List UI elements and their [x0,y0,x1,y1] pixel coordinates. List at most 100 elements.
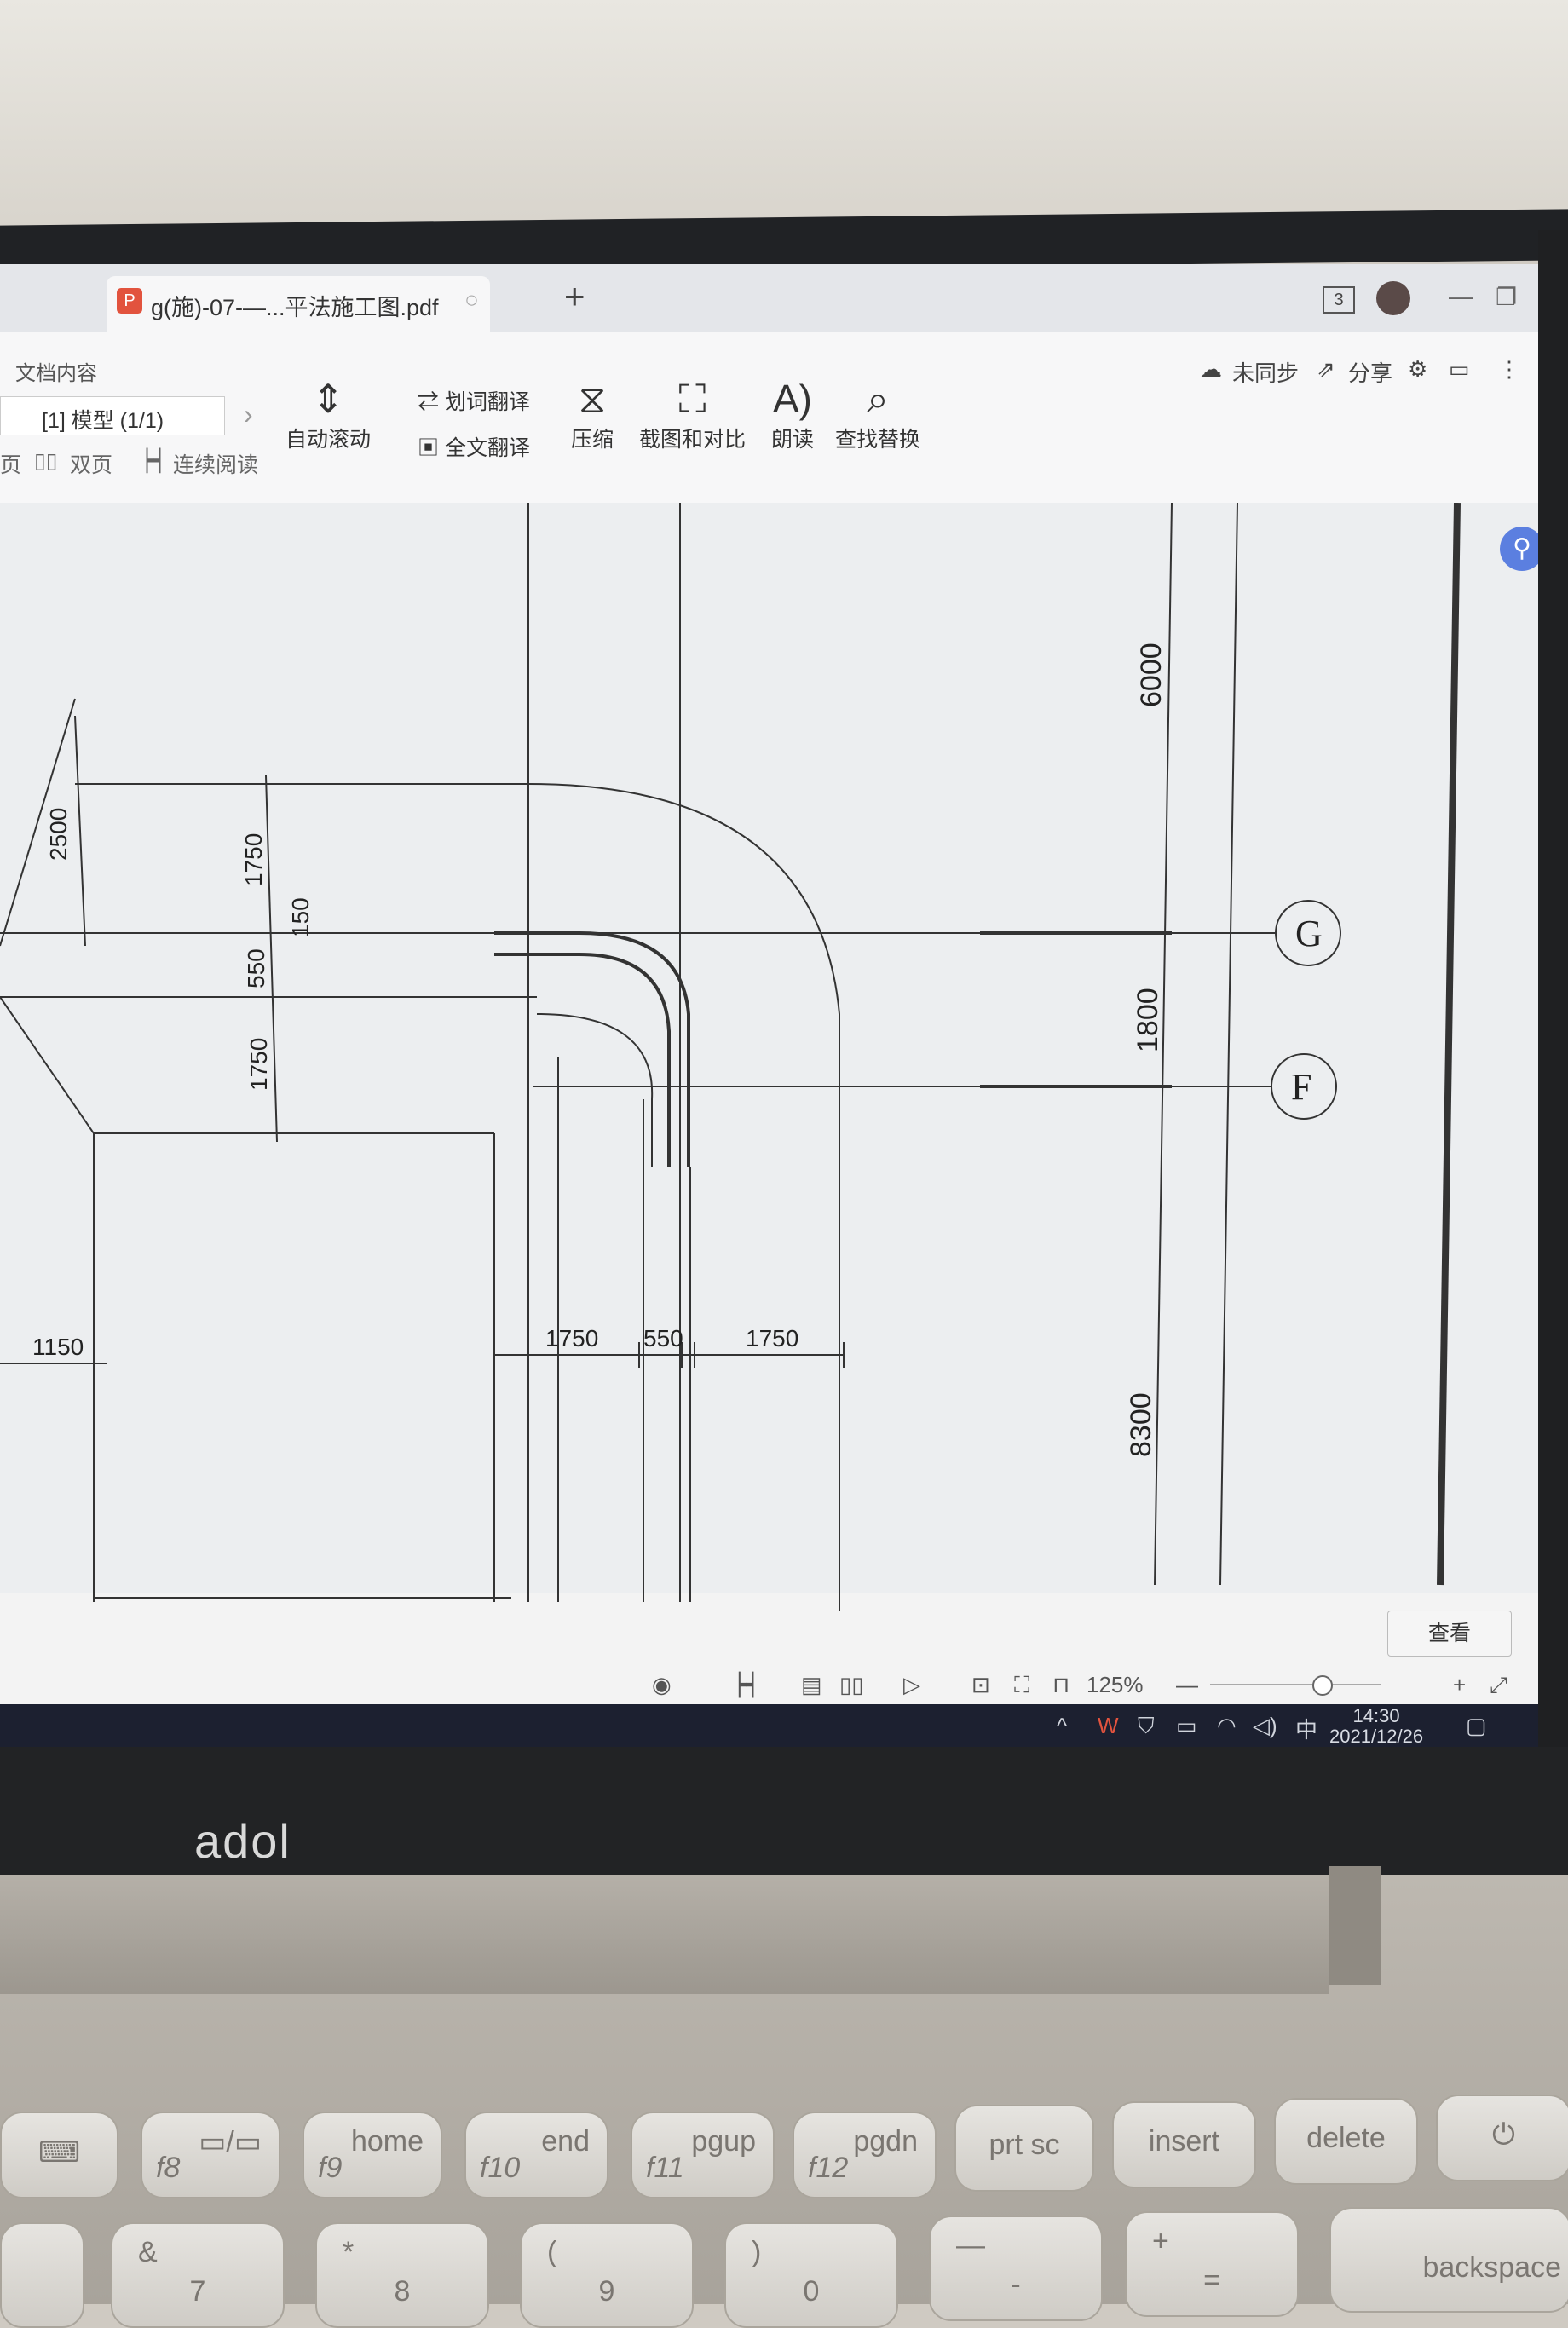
zoom-in-button[interactable]: + [1453,1672,1466,1698]
dim-2500: 2500 [45,808,72,861]
background-wall [0,0,1568,230]
key-prtsc-label: prt sc [989,2129,1060,2161]
key-delete[interactable]: delete [1274,2098,1418,2185]
key-f11-label: f11 [646,2152,684,2184]
key-f8-label: f8 [156,2152,181,2184]
key-f11[interactable]: f11 pgup [631,2112,775,2198]
key-7[interactable]: & 7 [111,2222,285,2328]
key-0[interactable]: ) 0 [724,2222,898,2328]
view-single-page[interactable]: 页 [0,448,21,479]
dim-1750-c: 1750 [545,1325,598,1351]
key-f12-label: f12 [808,2152,849,2184]
key-8-label: 8 [394,2275,411,2308]
dim-150: 150 [287,897,314,937]
read-aloud-label: 朗读 [771,428,815,452]
zoom-level[interactable]: 125% [1087,1672,1144,1698]
single-page-icon[interactable]: ▤ [801,1672,822,1698]
word-translate-button[interactable]: ⇄ 划词翻译 [418,385,530,416]
page-selector-value: [1] 模型 (1/1) [42,409,164,433]
comment-icon[interactable]: ▭ [1449,356,1470,383]
screenshot-compare-label: 截图和对比 [639,428,747,452]
new-tab-button[interactable]: + [564,276,585,317]
tab-close-icon[interactable]: ○ [464,286,479,314]
backlight-icon: ⌨ [37,2136,81,2169]
windows-taskbar: ^ W ⛉ ▭ ◠ ◁) 中 14:30 2021/12/26 ▢ [0,1704,1538,1747]
key-9[interactable]: ( 9 [520,2222,694,2328]
clock-date: 2021/12/26 [1329,1726,1424,1747]
settings-gear-icon[interactable]: ⚙ [1408,356,1427,383]
key-6[interactable] [0,2222,84,2328]
dim-1750-d: 1750 [746,1325,798,1351]
battery-icon[interactable]: ▭ [1176,1713,1197,1739]
compress-label: 压缩 [571,428,614,452]
system-clock[interactable]: 14:30 2021/12/26 [1329,1706,1423,1747]
share-button[interactable]: 分享 [1348,356,1392,388]
screenshot-compare-button[interactable]: ⛶ 截图和对比 [639,375,746,453]
wifi-icon[interactable]: ◠ [1217,1713,1237,1739]
ime-indicator[interactable]: 中 [1295,1713,1317,1744]
compress-button[interactable]: ⧖ 压缩 [571,375,614,453]
continuous-read-icon: ┝┥ [141,449,167,473]
zoom-slider-knob[interactable] [1312,1675,1333,1696]
view-continuous[interactable]: 连续阅读 [173,448,258,479]
fullscreen-icon[interactable]: ⤢ [1490,1672,1507,1699]
double-page-status-icon[interactable]: ▯▯ [839,1672,864,1698]
zoom-slider[interactable] [1210,1684,1381,1685]
user-avatar[interactable] [1376,281,1410,315]
key-minus[interactable]: — - [929,2216,1103,2321]
key-0-label: 0 [803,2275,820,2308]
pdf-canvas[interactable]: 2500 1750 150 550 1750 1150 1750 550 175… [0,503,1538,1611]
key-f12[interactable]: f12 pgdn [793,2112,937,2198]
key-delete-label: delete [1306,2122,1386,2154]
key-minus-top: — [956,2229,985,2262]
read-aloud-button[interactable]: A) 朗读 [771,375,814,453]
wps-tray-icon[interactable]: W [1098,1713,1119,1739]
minimize-button[interactable]: — [1449,283,1473,310]
key-power[interactable]: ⏻ [1436,2095,1568,2181]
key-f7[interactable]: ⌨ [0,2112,118,2198]
actual-size-icon[interactable]: ⊡ [971,1672,990,1698]
document-content-label[interactable]: 文档内容 [15,356,97,386]
screen-bezel-bottom: adol [0,1747,1568,1875]
key-f8[interactable]: f8 ▭/▭ [141,2112,280,2198]
key-8[interactable]: * 8 [315,2222,489,2328]
key-f10[interactable]: f10 end [464,2112,608,2198]
fit-width-icon[interactable]: ┝┥ [733,1672,759,1698]
key-f12-alt: pgdn [853,2125,918,2158]
document-tab[interactable]: P g(施)-07-—...平法施工图.pdf ○ [107,276,490,332]
key-f10-alt: end [541,2125,590,2158]
key-backspace[interactable]: backspace [1329,2207,1568,2313]
more-menu-icon[interactable]: ⋮ [1498,356,1520,383]
security-shield-icon[interactable]: ⛉ [1138,1713,1155,1740]
page-selector[interactable]: [1] 模型 (1/1) [0,396,225,435]
dim-1750-b: 1750 [245,1038,272,1091]
restore-button[interactable]: ❐ [1496,283,1517,311]
view-button[interactable]: 查看 [1387,1611,1512,1657]
notification-icon[interactable]: ▢ [1466,1713,1487,1739]
key-prtsc[interactable]: prt sc [954,2105,1094,2192]
key-7-label: 7 [189,2275,206,2308]
play-icon[interactable]: ▷ [903,1672,920,1698]
floating-link-icon[interactable]: ⚲ [1500,527,1538,571]
volume-icon[interactable]: ◁) [1253,1713,1277,1739]
find-replace-button[interactable]: ⌕ 查找替换 [835,375,920,453]
eye-protection-icon[interactable]: ◉ [652,1672,672,1698]
fit-page-icon[interactable]: ⛶ [1014,1672,1029,1699]
next-page-chevron-icon[interactable]: › [244,399,253,430]
zoom-out-button[interactable]: — [1176,1672,1198,1698]
key-equals[interactable]: + = [1125,2211,1299,2317]
window-count-badge[interactable]: 3 [1323,286,1355,314]
sync-status[interactable]: 未同步 [1232,356,1299,388]
key-8-top: * [343,2236,355,2268]
key-f9[interactable]: f9 home [303,2112,442,2198]
key-insert[interactable]: insert [1112,2101,1256,2188]
view-double-page[interactable]: 双页 [70,448,112,479]
full-translate-button[interactable]: ▣ 全文翻译 [418,431,530,462]
auto-scroll-button[interactable]: ⇕ 自动滚动 [285,375,371,453]
tray-expand-icon[interactable]: ^ [1057,1713,1067,1739]
screen-bezel-right [1538,230,1568,1849]
key-f9-alt: home [350,2125,424,2158]
key-f10-label: f10 [480,2152,521,2184]
translate-icon: ⇄ [418,390,445,414]
rotate-icon[interactable]: ⊓ [1052,1672,1069,1698]
